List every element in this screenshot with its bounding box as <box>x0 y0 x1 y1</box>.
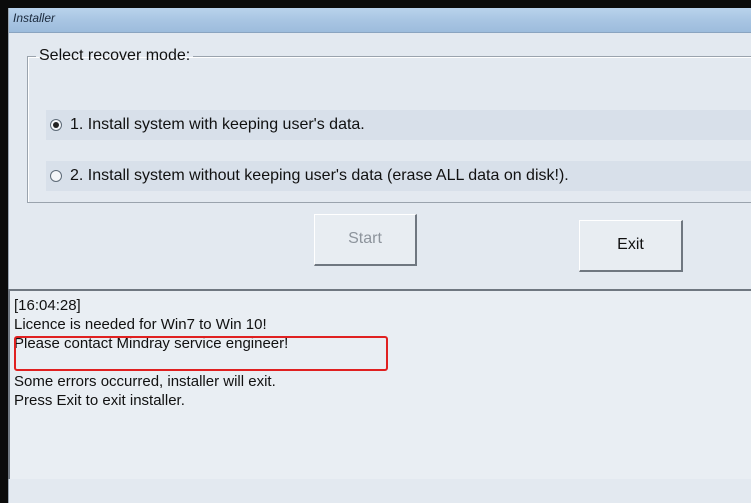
radio-option-keep-data-label[interactable]: 1. Install system with keeping user's da… <box>70 116 365 134</box>
radio-option-erase-data-label[interactable]: 2. Install system without keeping user's… <box>70 167 569 185</box>
window-title: Installer <box>13 11 56 25</box>
radio-button-unselected-icon[interactable] <box>50 170 62 182</box>
recover-mode-group: Select recover mode: 1. Install system w… <box>27 47 751 203</box>
radio-button-selected-icon[interactable] <box>50 119 62 131</box>
log-line-contact: Please contact Mindray service engineer! <box>14 335 289 352</box>
log-line-timestamp: [16:04:28] <box>14 297 81 314</box>
exit-button[interactable]: Exit <box>579 220 683 272</box>
title-bar[interactable]: Installer <box>9 8 751 33</box>
log-blank-line <box>14 353 751 372</box>
recover-mode-legend: Select recover mode: <box>39 47 191 64</box>
log-output: [16:04:28] Licence is needed for Win7 to… <box>8 289 751 479</box>
log-line-errors: Some errors occurred, installer will exi… <box>14 373 276 390</box>
log-line-licence-error: Licence is needed for Win7 to Win 10! <box>14 316 267 333</box>
start-button[interactable]: Start <box>314 214 417 266</box>
radio-option-keep-data[interactable]: 1. Install system with keeping user's da… <box>46 110 751 140</box>
radio-option-erase-data[interactable]: 2. Install system without keeping user's… <box>46 161 751 191</box>
screen: Installer Select recover mode: 1. Instal… <box>0 0 751 503</box>
log-line-exit-instruction: Press Exit to exit installer. <box>14 392 185 409</box>
